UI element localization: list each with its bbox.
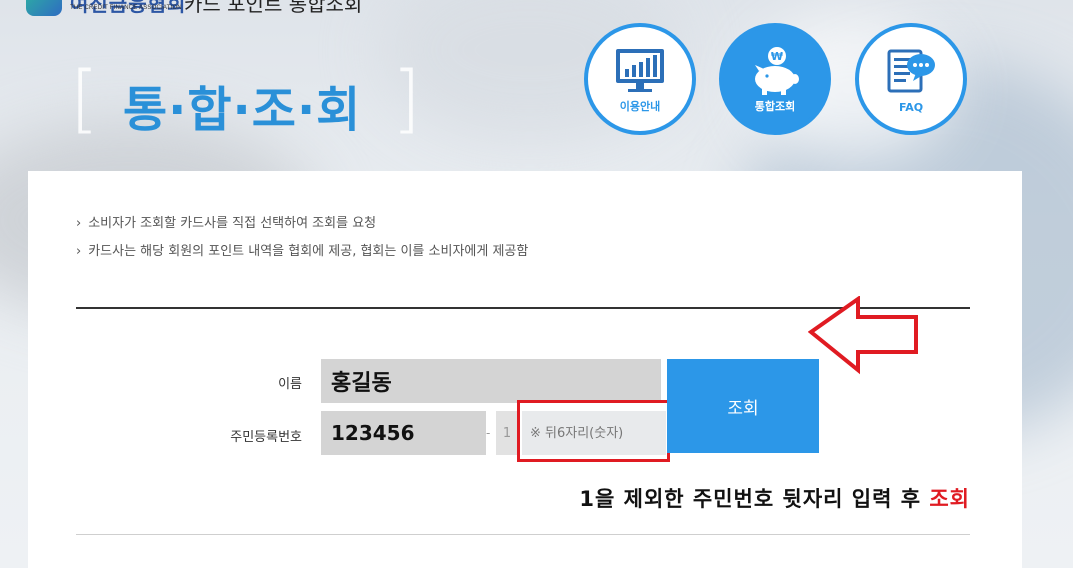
chevron-right-icon: ›: [76, 216, 82, 231]
logo-icon[interactable]: [26, 0, 62, 16]
nav-faq[interactable]: FAQ: [855, 23, 967, 135]
rrn-label: 주민등록번호: [230, 430, 302, 445]
nav-usage-guide[interactable]: 이용안내: [584, 23, 696, 135]
title-bracket-open: [: [70, 56, 99, 142]
instruction-annotation: 1을 제외한 주민번호 뒷자리 입력 후 조회: [527, 483, 970, 513]
highlight-box: [517, 400, 670, 462]
page-title: 통·합·조·회: [123, 82, 362, 138]
nav-integrated-search[interactable]: ₩ 통합조회: [719, 23, 831, 135]
title-bracket-close: ]: [392, 56, 421, 142]
piggy-bank-icon: ₩: [755, 47, 799, 95]
arrow-left-icon: [808, 296, 918, 375]
bottom-divider: [76, 534, 970, 535]
name-field[interactable]: 홍길동: [321, 359, 661, 403]
logo-subtitle: THE CREDIT FINANCE ASSOCIATION: [70, 5, 182, 11]
info-text: 소비자가 조회할 카드사를 직접 선택하여 조회를 요청: [88, 216, 377, 231]
svg-text:₩: ₩: [771, 50, 783, 63]
nav-label: 통합조회: [754, 100, 796, 113]
annotation-text: 1을 제외한 주민번호 뒷자리 입력 후: [579, 487, 930, 511]
site-title: 카드 포인트 통합조회: [184, 0, 363, 16]
info-line: › 카드사는 해당 회원의 포인트 내역을 협회에 제공, 협회는 이를 소비자에…: [76, 240, 528, 259]
info-text: 카드사는 해당 회원의 포인트 내역을 협회에 제공, 협회는 이를 소비자에게…: [88, 244, 529, 259]
annotation-highlight: 조회: [929, 487, 970, 511]
info-line: › 소비자가 조회할 카드사를 직접 선택하여 조회를 요청: [76, 212, 376, 231]
rrn-dash: -: [486, 426, 491, 440]
rrn-gender-digit: 1: [496, 411, 518, 455]
nav-label: FAQ: [898, 101, 924, 114]
monitor-chart-icon: [616, 49, 664, 92]
nav-label: 이용안내: [619, 100, 661, 113]
rrn-front-field[interactable]: 123456: [321, 411, 486, 455]
name-label: 이름: [278, 377, 302, 392]
search-button[interactable]: 조회: [667, 359, 819, 453]
chevron-right-icon: ›: [76, 244, 82, 259]
document-chat-icon: [887, 49, 935, 93]
